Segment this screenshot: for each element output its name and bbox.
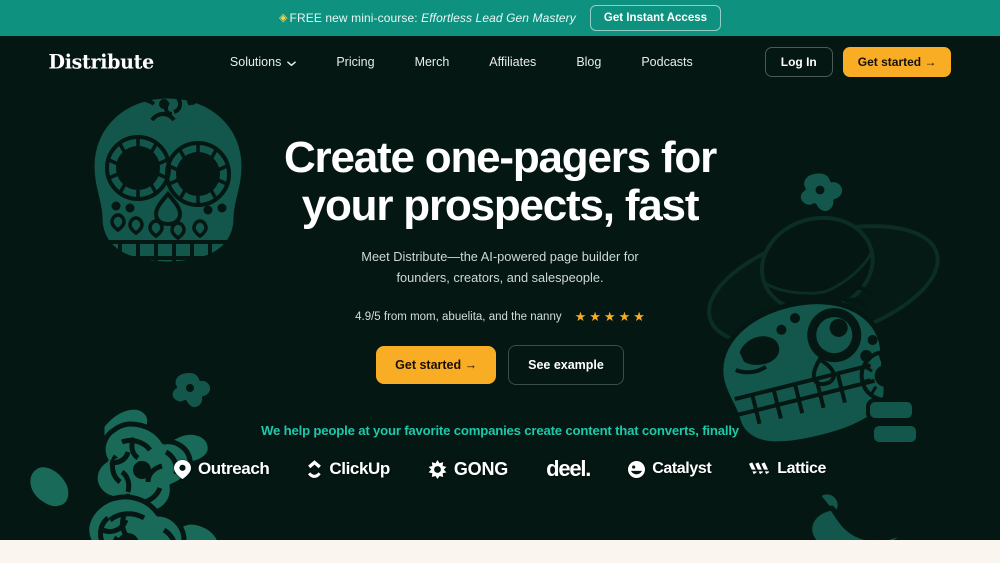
lattice-weave-icon xyxy=(749,462,770,477)
hero-subheading: Meet Distribute—the AI-powered page buil… xyxy=(361,248,639,285)
hero-get-started-button[interactable]: Get started → xyxy=(376,346,497,385)
rating-row: 4.9/5 from mom, abuelita, and the nanny … xyxy=(0,310,1000,323)
page-title: Create one-pagers for your prospects, fa… xyxy=(220,134,780,230)
see-example-button[interactable]: See example xyxy=(508,345,624,386)
log-in-button[interactable]: Log In xyxy=(764,47,833,77)
star-icon: ★ xyxy=(603,309,616,325)
logo-gong-label: GONG xyxy=(453,458,509,479)
star-icon: ★ xyxy=(589,309,601,325)
nav-item-solutions-label: Solutions xyxy=(229,55,282,69)
announcement-lead: FREE new mini-course: xyxy=(289,11,418,25)
sparkle-icon: ◈ xyxy=(278,12,288,24)
rating-stars: ★ ★ ★ ★ ★ xyxy=(575,310,645,323)
nav-item-merch[interactable]: Merch xyxy=(395,55,470,69)
star-icon: ★ xyxy=(574,309,587,325)
logo-outreach-label: Outreach xyxy=(197,459,270,479)
star-icon: ★ xyxy=(618,309,631,325)
nav-item-solutions[interactable]: Solutions xyxy=(210,55,316,69)
customer-logo-row: Outreach ClickUp GONG deel. Catalyst Lat… xyxy=(0,456,1000,482)
logo-gong: GONG xyxy=(428,459,508,480)
logo-catalyst: Catalyst xyxy=(628,460,712,478)
logo-lattice: Lattice xyxy=(749,460,826,478)
hero-section: Distribute Solutions Pricing Merch Affil… xyxy=(0,36,1000,540)
chevron-down-icon xyxy=(287,59,297,68)
headline-line-1: Create one-pagers for xyxy=(283,133,717,182)
nav-actions: Log In Get started → xyxy=(764,47,952,77)
logo-deel: deel. xyxy=(546,456,591,482)
headline-line-2: your prospects, fast xyxy=(301,180,700,230)
outreach-pin-icon xyxy=(173,459,191,479)
brand-logo[interactable]: Distribute xyxy=(49,50,155,73)
logo-clickup-label: ClickUp xyxy=(329,459,390,479)
nav-item-podcasts[interactable]: Podcasts xyxy=(621,55,712,69)
chili-pepper-icon xyxy=(807,489,911,540)
announcement-bar: ◈ FREE new mini-course: Effortless Lead G… xyxy=(0,0,1000,36)
logo-lattice-label: Lattice xyxy=(777,460,827,478)
nav-item-affiliates[interactable]: Affiliates xyxy=(469,55,556,69)
catalyst-circle-icon xyxy=(628,460,646,478)
main-navigation: Distribute Solutions Pricing Merch Affil… xyxy=(0,36,1000,82)
announcement-course-title: Effortless Lead Gen Mastery xyxy=(421,11,576,25)
social-proof-headline: We help people at your favorite companie… xyxy=(261,423,739,439)
hero-content: Create one-pagers for your prospects, fa… xyxy=(0,82,1000,482)
logo-catalyst-label: Catalyst xyxy=(652,460,712,478)
clickup-arrows-icon xyxy=(307,460,322,479)
next-section-strip xyxy=(0,540,1000,563)
nav-links: Solutions Pricing Merch Affiliates Blog … xyxy=(210,55,713,69)
logo-clickup: ClickUp xyxy=(307,459,390,479)
star-icon: ★ xyxy=(633,309,645,325)
announcement-text: ◈ FREE new mini-course: Effortless Lead G… xyxy=(279,11,576,25)
nav-get-started-button[interactable]: Get started → xyxy=(842,47,952,77)
logo-outreach: Outreach xyxy=(173,459,270,479)
rating-text: 4.9/5 from mom, abuelita, and the nanny xyxy=(355,310,562,323)
nav-item-blog[interactable]: Blog xyxy=(556,55,621,69)
get-instant-access-button[interactable]: Get Instant Access xyxy=(589,5,722,31)
gong-burst-icon xyxy=(428,459,447,479)
logo-deel-label: deel. xyxy=(546,456,591,482)
nav-item-pricing[interactable]: Pricing xyxy=(316,55,394,69)
hero-cta-row: Get started → See example xyxy=(0,345,1000,386)
